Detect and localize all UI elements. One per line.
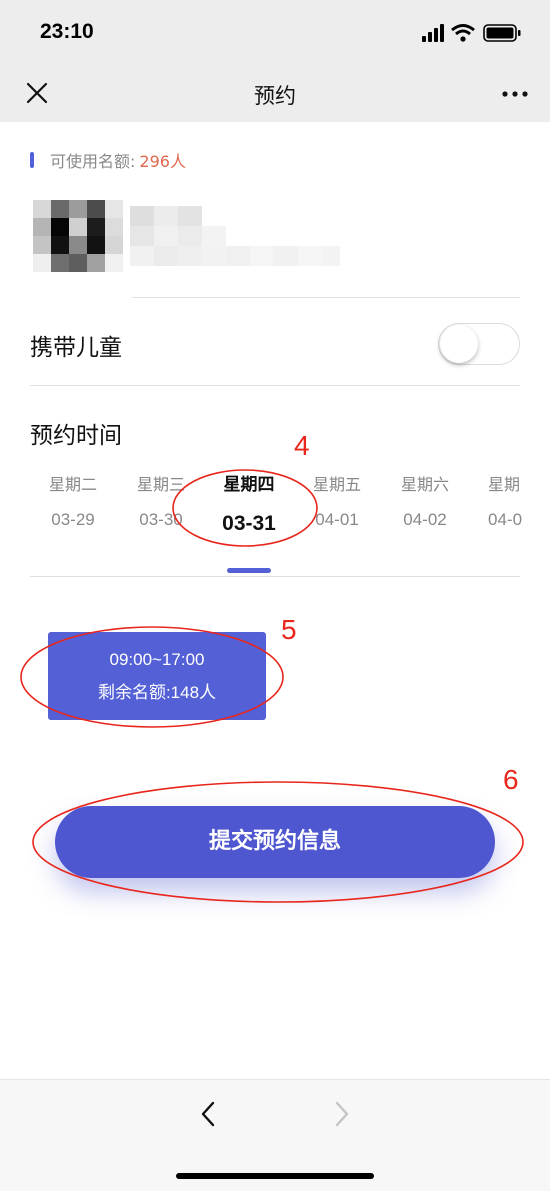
bottom-toolbar (0, 1079, 550, 1191)
annotation-number-5: 5 (281, 614, 297, 645)
slot-remaining: 剩余名额:148人 (97, 683, 217, 702)
toggle-knob (440, 325, 478, 363)
divider (30, 576, 520, 577)
date-label: 04-01 (315, 510, 359, 529)
selected-date-indicator (227, 568, 271, 573)
nav-bar: 预约 (0, 64, 550, 122)
forward-arrow-icon[interactable] (330, 1098, 354, 1130)
home-indicator (176, 1173, 374, 1179)
weekday-label: 星期三 (136, 475, 185, 494)
more-options-icon[interactable] (500, 82, 530, 106)
annotation-overlay (20, 469, 524, 903)
date-tab-fri[interactable]: 星期五 04-01 (292, 470, 382, 530)
annotation-number-6: 6 (503, 764, 519, 795)
weekday-label: 星期 (488, 475, 521, 494)
divider (132, 297, 520, 298)
weekday-label: 星期五 (312, 475, 361, 494)
annotation-number-4: 4 (294, 430, 310, 461)
battery-icon (483, 24, 521, 42)
date-tab-sat[interactable]: 星期六 04-02 (380, 470, 470, 530)
status-time: 23:10 (40, 20, 94, 43)
child-toggle-label: 携带儿童 (30, 335, 122, 361)
child-toggle-switch[interactable] (438, 323, 520, 365)
quota-row: 可使用名额: 296人 (30, 148, 186, 172)
quota-label: 可使用名额: (50, 152, 136, 171)
date-label: 03-30 (139, 510, 183, 529)
date-label: 03-31 (222, 512, 276, 535)
status-bar: 23:10 (0, 0, 550, 64)
schedule-title: 预约时间 (30, 423, 122, 449)
quota-value: 296人 (139, 152, 186, 171)
divider (30, 385, 520, 386)
date-tab-thu-selected[interactable]: 星期四 03-31 (204, 470, 294, 536)
status-icons (422, 24, 521, 42)
submit-button[interactable]: 提交预约信息 (55, 806, 495, 878)
date-tab-tue[interactable]: 星期二 03-29 (28, 470, 118, 530)
slot-time: 09:00~17:00 (109, 650, 205, 669)
back-arrow-icon[interactable] (196, 1098, 220, 1130)
weekday-label: 星期六 (400, 475, 449, 494)
date-label: 04-02 (403, 510, 447, 529)
wifi-icon (451, 24, 475, 42)
weekday-label: 星期二 (48, 475, 97, 494)
date-tab-wed[interactable]: 星期三 03-30 (116, 470, 206, 530)
weekday-label: 星期四 (223, 475, 275, 495)
quota-accent-bar (30, 152, 34, 168)
date-label: 03-29 (51, 510, 95, 529)
redacted-avatar-image (33, 200, 123, 272)
signal-icon (422, 24, 444, 42)
date-label: 04-0 (488, 510, 523, 529)
time-slot-card[interactable]: 09:00~17:00 剩余名额:148人 (48, 632, 266, 720)
date-tab-sun-partial[interactable]: 星期 04-0 (488, 470, 550, 530)
redacted-name-text (130, 206, 340, 266)
page-title: 预约 (254, 84, 296, 108)
